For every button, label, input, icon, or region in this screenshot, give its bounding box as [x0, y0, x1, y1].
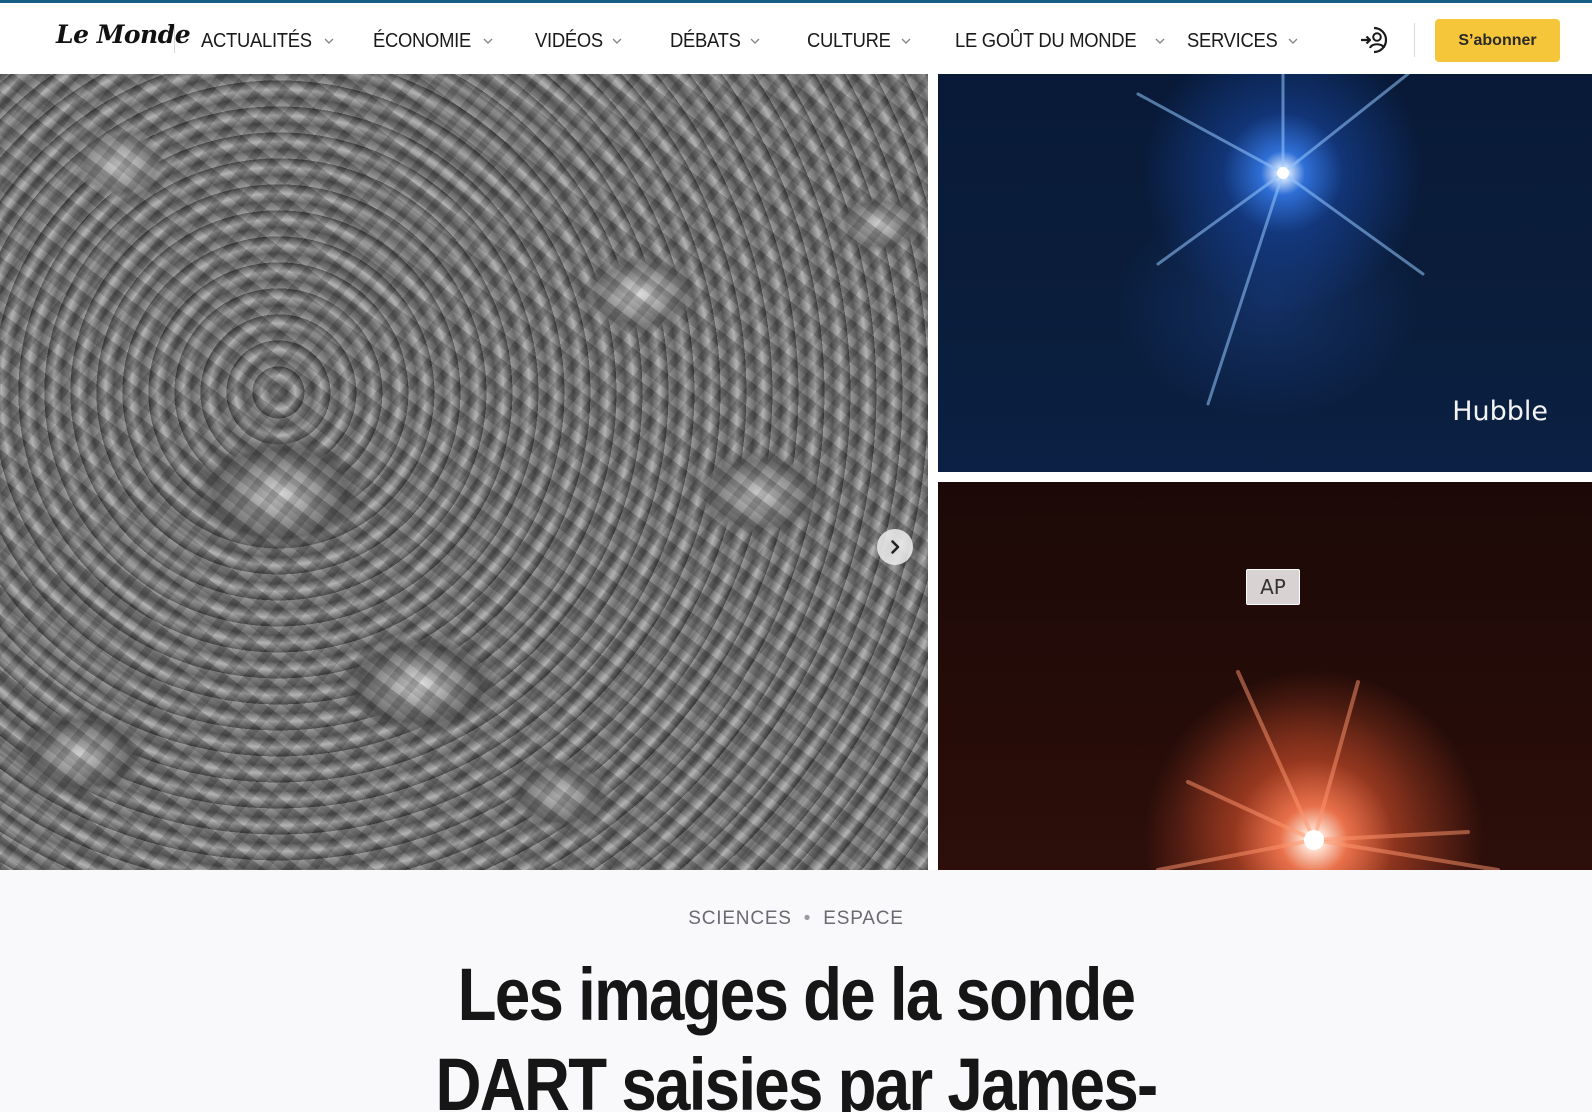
nav-item-services[interactable]: SERVICES: [1187, 27, 1299, 55]
article-headline: Les images de la sonde DART saisies par …: [0, 950, 1592, 1112]
logo-divider: [174, 23, 175, 53]
chevron-down-icon: [750, 38, 760, 44]
nav-item-economie[interactable]: ÉCONOMIE: [373, 27, 494, 55]
chevron-down-icon: [483, 38, 492, 44]
header-divider: [1414, 23, 1415, 57]
kicker-separator: •: [803, 908, 812, 929]
nav-item-videos[interactable]: VIDÉOS: [535, 27, 623, 55]
carousel-next-button[interactable]: [877, 529, 913, 565]
nav-label: ÉCONOMIE: [373, 29, 471, 52]
image-divider: [938, 472, 1592, 482]
chevron-down-icon: [901, 38, 911, 44]
nav-item-gout-du-monde[interactable]: LE GOÛT DU MONDE: [955, 27, 1166, 55]
kicker-category-espace[interactable]: ESPACE: [823, 908, 903, 929]
photo-credit-badge: AP: [1246, 569, 1300, 605]
hubble-impact-image: Hubble: [938, 74, 1592, 472]
headline-line: DART saisies par James-: [435, 1043, 1159, 1112]
nav-label: DÉBATS: [670, 29, 741, 52]
headline-line: Les images de la sonde: [457, 953, 1136, 1036]
nav-item-actualites[interactable]: ACTUALITÉS: [201, 27, 335, 55]
site-header: Le Monde ACTUALITÉS ÉCONOMIE VIDÉOS DÉBA…: [0, 0, 1592, 74]
chevron-down-icon: [1288, 38, 1298, 44]
subscribe-button[interactable]: S’abonner: [1435, 19, 1560, 62]
nav-label: ACTUALITÉS: [201, 29, 312, 52]
chevron-down-icon: [1155, 38, 1165, 44]
nav-label: VIDÉOS: [535, 29, 603, 52]
chevron-right-icon: [891, 540, 900, 554]
nav-item-debats[interactable]: DÉBATS: [670, 27, 761, 55]
site-logo[interactable]: Le Monde: [56, 20, 191, 49]
kicker-category-sciences[interactable]: SCIENCES: [688, 908, 792, 929]
image-divider: [928, 74, 938, 870]
nav-item-culture[interactable]: CULTURE: [807, 27, 912, 55]
chevron-down-icon: [324, 38, 334, 44]
webb-impact-image: [938, 482, 1592, 870]
webb-flare: [1156, 670, 1500, 870]
photo-watermark: AP: [1308, 835, 1324, 849]
dimorphos-surface-image: [0, 74, 928, 870]
nav-label: SERVICES: [1187, 29, 1278, 52]
image-caption-hubble: Hubble: [1452, 396, 1548, 427]
nav-label: CULTURE: [807, 29, 891, 52]
article-kicker: SCIENCES • ESPACE: [0, 908, 1592, 930]
login-icon[interactable]: [1360, 25, 1390, 55]
chevron-down-icon: [612, 38, 622, 44]
nav-label: LE GOÛT DU MONDE: [955, 29, 1137, 52]
